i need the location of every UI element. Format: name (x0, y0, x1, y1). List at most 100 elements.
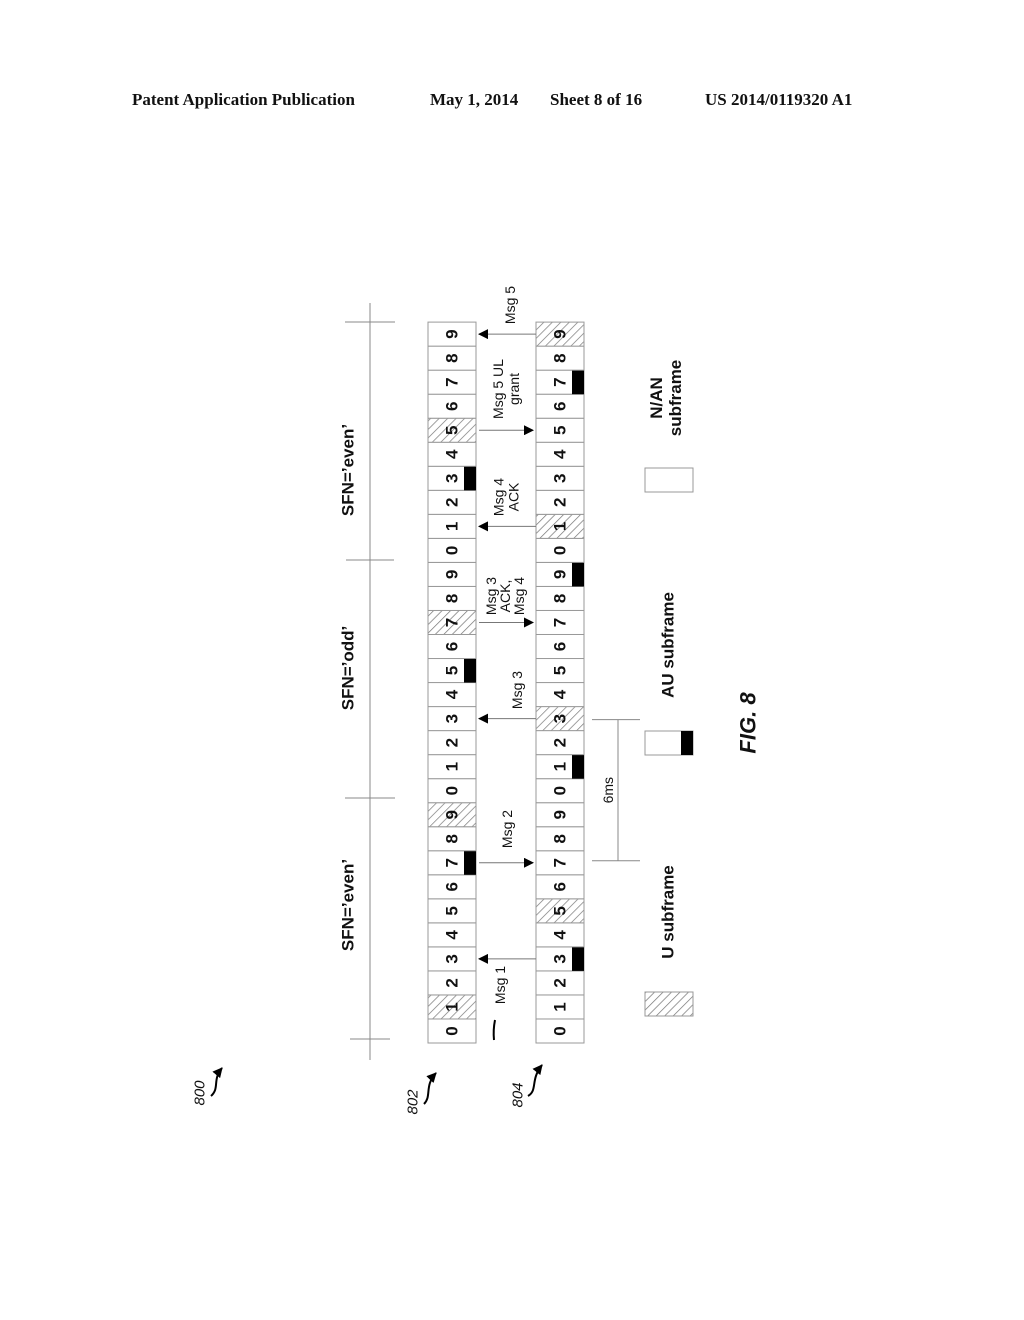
subframe-cell: 8 (535, 826, 585, 852)
subframe-number: 0 (551, 1026, 570, 1035)
legend-au-marker (681, 731, 693, 755)
subframe-cell: 8 (535, 345, 585, 371)
subframe-cell: 2 (535, 489, 585, 515)
subframe-number: 2 (551, 738, 570, 747)
subframe-number: 8 (443, 834, 462, 843)
legend: U subframe AU subframe N/AN subframe FIG. 8 (644, 360, 761, 1017)
subframe-number-line: 2 (443, 498, 462, 507)
reference-numerals: 800 802 804 (192, 1064, 543, 1115)
subframe-timing-diagram: SFN=’even’ SFN=’odd’ SFN=’even’ 0 1 2 3 4 5 6 7 8 9… (192, 286, 761, 1115)
subframe-number: 6 (551, 401, 570, 410)
subframe-number-line: 7 (551, 618, 570, 627)
subframe-number-line: 0 (443, 1026, 462, 1035)
subframe-number: 1 (551, 522, 570, 531)
subframe-number-line: 2 (551, 978, 570, 987)
subframe-cell: 7 (427, 369, 477, 395)
subframe-number: 8 (443, 594, 462, 603)
subframe-number: 4 (443, 689, 462, 699)
subframe-cell: 0 (535, 1018, 585, 1044)
subframe-number-line: 4 (443, 449, 462, 459)
subframe-number: 9 (551, 570, 570, 579)
subframe-cell: 5 (427, 898, 477, 924)
subframe-cell: 2 (427, 970, 477, 996)
message-label: Msg 3ACK,Msg 4 (483, 577, 527, 615)
subframe-cell: 6 (427, 874, 477, 900)
subframe-cell: 6 (535, 633, 585, 660)
reference-arrow-icon (210, 1067, 223, 1097)
subframe-number-line: 0 (551, 786, 570, 795)
au-marker (572, 562, 584, 587)
subframe-cell: 0 (535, 537, 585, 563)
interval-label: 6ms (600, 777, 616, 803)
legend-label-line: N/AN (647, 377, 666, 419)
subframe-cell: 1 (535, 994, 585, 1020)
subframe-number-line: 3 (443, 954, 462, 963)
subframe-cell: 3 (427, 465, 477, 491)
subframe-number-line: 1 (551, 522, 570, 531)
message-label-line: Msg 4 (491, 478, 507, 516)
subframe-cell: 1 (535, 513, 585, 539)
message-label: Msg 4 ACK (491, 478, 522, 516)
sfn-label-line: SFN=’even’ (339, 424, 358, 516)
subframe-number: 0 (551, 546, 570, 555)
subframe-cell: 9 (535, 321, 585, 347)
subframe-number: 1 (551, 1002, 570, 1011)
subframe-cell: 8 (427, 345, 477, 371)
subframe-cell: 3 (535, 946, 585, 972)
subframe-number: 6 (443, 642, 462, 651)
subframe-number: 3 (551, 714, 570, 723)
au-marker (464, 658, 476, 683)
legend-label-line: subframe (666, 360, 685, 437)
message-label: Msg 5 (502, 286, 518, 324)
subframe-number: 3 (551, 954, 570, 963)
subframe-number-line: 3 (551, 714, 570, 723)
subframe-number-line: 9 (443, 810, 462, 819)
subframe-number: 0 (443, 1026, 462, 1035)
subframe-number-line: 8 (443, 594, 462, 603)
subframe-number-line: 7 (443, 858, 462, 867)
subframe-number-line: 6 (443, 642, 462, 651)
subframe-number-line: 8 (443, 834, 462, 843)
subframe-number: 5 (551, 426, 570, 435)
subframe-number-line: 6 (443, 882, 462, 891)
message-label: Msg 1 (492, 966, 508, 1004)
subframe-number: 7 (551, 377, 570, 386)
message-label-line: Msg 1 (492, 966, 508, 1004)
subframe-number: 3 (443, 714, 462, 723)
message-label-line: Msg 5 (502, 286, 518, 324)
subframe-number: 6 (551, 882, 570, 891)
sfn-label: SFN=’odd’ (339, 626, 358, 711)
subframe-number: 7 (443, 377, 462, 386)
subframe-number-line: 1 (443, 762, 462, 771)
subframe-cell: 1 (535, 754, 585, 780)
reference-numeral-line: 800 (192, 1080, 209, 1106)
subframe-cell: 6 (427, 393, 477, 419)
subframe-cell: 2 (427, 489, 477, 515)
subframe-cell: 4 (535, 682, 585, 708)
subframe-number-line: 5 (551, 906, 570, 915)
subframe-cell: 4 (427, 922, 477, 948)
subframe-number: 7 (551, 858, 570, 867)
message-arrow: Msg 5 UL grant (479, 359, 534, 436)
message-arrows: Msg 1Msg 2Msg 3Msg 3ACK,Msg 4Msg 4 ACKMsg… (478, 286, 536, 1041)
reference-numeral: 800 (192, 1080, 209, 1106)
subframe-number-line: 2 (551, 738, 570, 747)
subframe-number: 0 (551, 786, 570, 795)
legend-label: AU subframe (659, 592, 678, 698)
au-marker (572, 946, 584, 971)
subframe-number-line: 5 (551, 666, 570, 675)
subframe-number: 3 (443, 954, 462, 963)
subframe-cell: 9 (427, 561, 477, 587)
subframe-cell: 3 (427, 706, 477, 732)
subframe-number-line: 4 (443, 930, 462, 940)
subframe-number-line: 6 (551, 882, 570, 891)
subframe-cell: 2 (535, 730, 585, 756)
subframe-number-line: 2 (551, 498, 570, 507)
subframe-number-line: 6 (551, 642, 570, 651)
subframe-cell: 0 (427, 537, 477, 563)
subframe-number: 1 (443, 522, 462, 531)
subframe-number-line: 9 (551, 810, 570, 819)
subframe-cell: 9 (427, 321, 477, 347)
subframe-number-line: 1 (443, 522, 462, 531)
subframe-cell: 5 (535, 658, 585, 684)
